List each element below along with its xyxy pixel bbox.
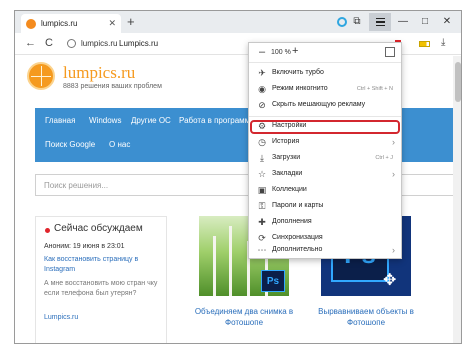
zoom-out-button[interactable]: – — [259, 46, 265, 58]
birch-trunk — [213, 236, 216, 296]
menu-item-hide-ads[interactable]: ⊘ Скрыть мешающую рекламу — [249, 98, 401, 114]
live-dot-icon — [45, 228, 50, 233]
article-caption-1[interactable]: Объединяем два снимка в Фотошопе — [189, 306, 299, 328]
close-window-button[interactable]: ✕ — [439, 16, 455, 28]
incognito-icon: ◉ — [258, 84, 266, 94]
menu-item-downloads[interactable]: ⤓ Загрузки Ctrl + J — [249, 151, 401, 167]
shortcut-hint: Ctrl + J — [375, 155, 393, 161]
move-tool-icon: ✥ — [383, 272, 397, 289]
discussion-title: Сейчас обсуждаем — [54, 223, 143, 234]
shortcut-hint: Ctrl + Shift + N — [356, 86, 393, 92]
key-icon: ⚿ — [258, 201, 266, 211]
page-scrollbar[interactable] — [453, 56, 461, 343]
photoshop-icon: Ps — [261, 270, 285, 292]
comment-meta: Аноним: 19 июня в 23:01 — [44, 243, 125, 250]
orange-favicon-icon — [26, 18, 36, 29]
fullscreen-icon[interactable] — [385, 47, 395, 57]
discussion-card: Сейчас обсуждаем Аноним: 19 июня в 23:01… — [35, 216, 167, 343]
hamburger-line-icon — [375, 17, 385, 20]
nav-link-home[interactable]: Главная — [45, 116, 75, 125]
highlight-frame — [250, 120, 400, 134]
hamburger-line-icon — [375, 24, 385, 27]
menu-item-label: Пароли и карты — [272, 202, 324, 209]
menu-item-label: Дополнительно — [272, 246, 323, 253]
rocket-icon: ✈ — [258, 68, 266, 78]
article-caption-2[interactable]: Вырвавниваем объекты в Фотошопе — [311, 306, 421, 328]
battery-icon — [419, 41, 430, 47]
menu-item-label: Скрыть мешающую рекламу — [272, 101, 366, 108]
menu-item-extensions[interactable]: ✚ Дополнения — [249, 215, 401, 231]
hamburger-line-icon — [375, 21, 385, 23]
comment-text: А мне восстановить мою стран чку если те… — [44, 280, 158, 297]
nav-link-about[interactable]: О нас — [109, 140, 130, 149]
scrollbar-thumb[interactable] — [455, 62, 461, 102]
menu-item-history[interactable]: ◷ История › — [249, 135, 401, 151]
menu-item-label: Закладки — [272, 170, 303, 177]
birch-trunk — [229, 226, 232, 296]
chevron-right-icon: › — [392, 169, 395, 179]
chevron-right-icon: › — [392, 245, 395, 255]
orange-slice-logo-icon[interactable] — [27, 62, 55, 90]
reload-button[interactable]: C — [45, 37, 53, 50]
nav-link-google-search[interactable]: Поиск Google — [45, 140, 95, 149]
menu-item-collections[interactable]: ▣ Коллекции — [249, 183, 401, 199]
nav-link-other-os[interactable]: Другие ОС — [131, 116, 171, 125]
menu-item-passwords[interactable]: ⚿ Пароли и карты — [249, 199, 401, 215]
menu-item-label: Режим инкогнито — [272, 85, 328, 92]
shield-icon: ⊘ — [258, 100, 266, 110]
zoom-level: 100 % — [271, 49, 291, 56]
zoom-in-button[interactable]: + — [292, 45, 298, 57]
browser-main-menu: – 100 % + ✈ Включить турбо ◉ Режим инког… — [248, 42, 402, 259]
nav-link-programs[interactable]: Работа в программ — [179, 116, 250, 125]
tab-close-icon[interactable]: ✕ — [108, 18, 116, 29]
minimize-button[interactable]: — — [395, 16, 411, 28]
tabs-overview-icon[interactable]: ⧉ — [349, 16, 365, 28]
tab-lumpics[interactable]: lumpics.ru ✕ — [21, 14, 121, 33]
menu-item-bookmarks[interactable]: ☆ Закладки › — [249, 167, 401, 183]
zoom-controls: – 100 % + — [249, 43, 401, 63]
menu-divider — [249, 116, 401, 117]
menu-item-label: Загрузки — [272, 154, 301, 161]
search-placeholder: Поиск решения... — [44, 181, 109, 190]
discussion-link[interactable]: Как восстановить страницу в Instagram — [44, 255, 164, 275]
menu-item-label: Дополнения — [272, 218, 312, 225]
menu-item-more[interactable]: ⋯ Дополнительно › — [249, 243, 401, 259]
site-tagline: 8883 решения ваших проблем — [63, 83, 162, 90]
puzzle-icon: ✚ — [258, 217, 266, 227]
main-menu-button[interactable] — [369, 13, 391, 31]
more-icon: ⋯ — [257, 245, 267, 255]
bookmark-icon: ☆ — [257, 169, 267, 179]
new-tab-button[interactable]: + — [127, 15, 135, 29]
menu-item-incognito[interactable]: ◉ Режим инкогнито Ctrl + Shift + N — [249, 82, 401, 98]
menu-item-label: Коллекции — [272, 186, 307, 193]
downloads-icon[interactable]: ⤓ — [441, 37, 445, 48]
tab-strip: lumpics.ru ✕ + ⧉ — □ ✕ — [15, 11, 461, 33]
site-info-icon[interactable] — [67, 39, 76, 48]
browser-window: lumpics.ru ✕ + ⧉ — □ ✕ ← C lumpics.ru Lu… — [14, 10, 462, 344]
menu-item-label: Синхронизация — [272, 234, 323, 241]
discussion-link-2[interactable]: Lumpics.ru — [44, 313, 164, 323]
collections-icon: ▣ — [257, 185, 267, 195]
address-host[interactable]: lumpics.ru — [81, 39, 117, 48]
tab-title: lumpics.ru — [41, 19, 78, 28]
nav-link-windows[interactable]: Windows — [89, 116, 121, 125]
download-icon: ⤓ — [260, 153, 264, 163]
history-icon: ◷ — [258, 137, 266, 147]
maximize-button[interactable]: □ — [417, 16, 433, 28]
site-name[interactable]: lumpics.ru — [63, 63, 135, 83]
menu-item-turbo[interactable]: ✈ Включить турбо — [249, 66, 401, 82]
alice-assistant-icon[interactable] — [337, 17, 347, 27]
menu-item-label: Включить турбо — [272, 69, 324, 76]
menu-item-label: История — [272, 138, 300, 145]
menu-item-settings[interactable]: ⚙ Настройки — [249, 119, 401, 135]
address-page-title[interactable]: Lumpics.ru — [119, 39, 158, 48]
chevron-right-icon: › — [392, 137, 395, 147]
back-button[interactable]: ← — [25, 37, 36, 50]
